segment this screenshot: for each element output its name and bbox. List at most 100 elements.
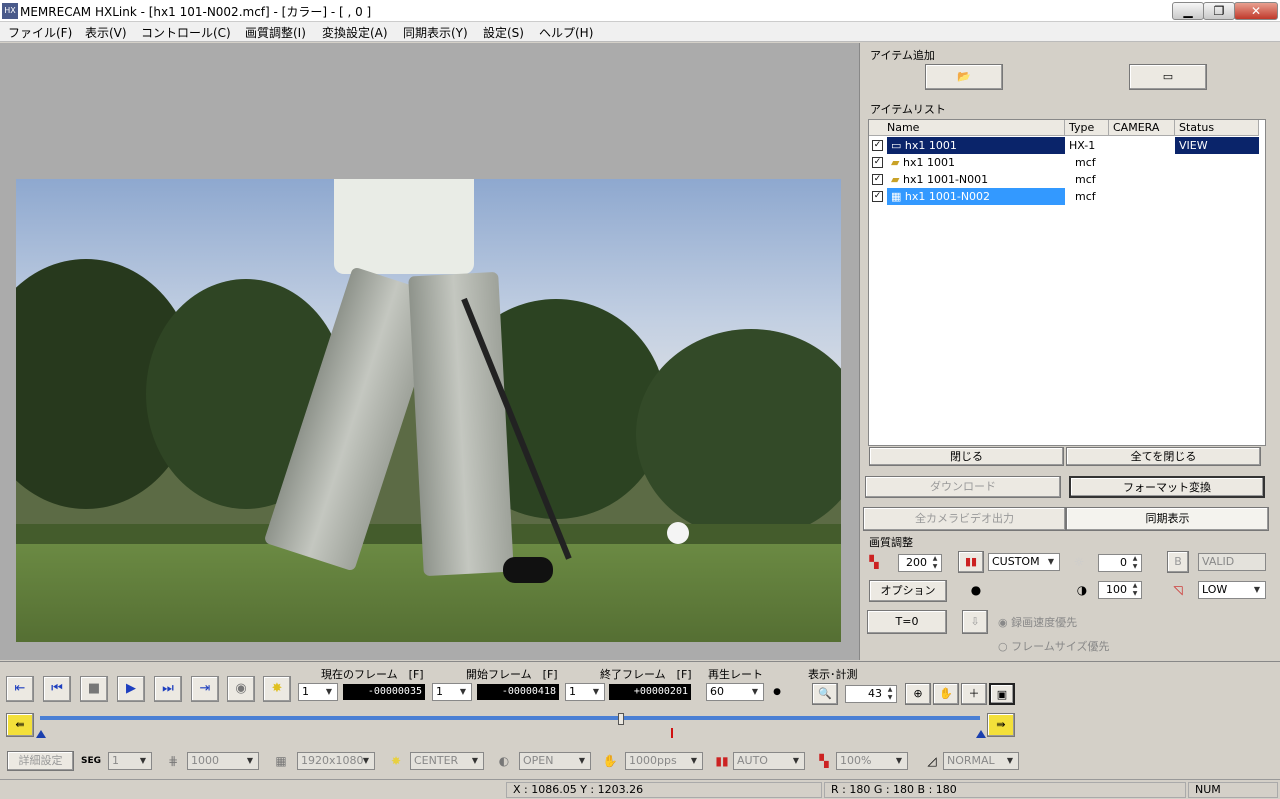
menu-conversion[interactable]: 変換設定(A) — [322, 24, 388, 41]
minimize-button[interactable]: ▁ — [1172, 2, 1204, 20]
play-rate-label: 再生レート — [708, 668, 763, 681]
menu-view[interactable]: 表示(V) — [85, 24, 127, 41]
option-button[interactable]: オプション — [869, 580, 947, 602]
play-button[interactable]: ▶ — [117, 676, 145, 702]
mark-start-button[interactable]: ⇚ — [6, 713, 34, 737]
percent-select[interactable]: 100% ▼ — [836, 752, 908, 770]
display-measure-label: 表示･計測 — [808, 668, 858, 681]
item-checkbox[interactable]: ✓ — [872, 157, 883, 168]
end-marker[interactable] — [976, 730, 986, 738]
contrast-icon: ◑ — [1076, 583, 1088, 597]
folder-open-icon: 📂 — [957, 70, 971, 83]
offset-stepper[interactable]: 0 ▲ ▼ — [1098, 554, 1142, 572]
chevron-down-icon: ▼ — [592, 687, 600, 696]
column-name[interactable]: Name — [869, 120, 1065, 136]
zoom-stepper[interactable]: 43 ▲ ▼ — [845, 685, 897, 703]
menu-settings[interactable]: 設定(S) — [483, 24, 524, 41]
level-select[interactable]: LOW ▼ — [1198, 581, 1266, 599]
menu-image-adjust[interactable]: 画質調整(I) — [245, 24, 306, 41]
tab-all-camera-video[interactable]: 全カメラビデオ出力 — [863, 507, 1066, 531]
normal-select[interactable]: NORMAL ▼ — [943, 752, 1019, 770]
chevron-down-icon: ▼ — [362, 756, 370, 765]
item-list[interactable]: Name Type CAMERA Status ✓ ▭ hx1 1001 HX-… — [868, 119, 1266, 446]
end-frame-value: +00000201 — [609, 684, 691, 700]
item-add-label: アイテム追加 — [870, 49, 935, 62]
camera-connect-button[interactable]: ▭ — [1129, 64, 1207, 90]
light-icon[interactable]: ✸ — [263, 676, 291, 702]
download-button[interactable]: ダウンロード — [865, 476, 1061, 498]
start-step-select[interactable]: 1 ▼ — [432, 683, 472, 701]
current-step-select[interactable]: 1 ▼ — [298, 683, 338, 701]
list-item[interactable]: ✓ ▰ hx1 1001-N001 mcf — [869, 171, 1265, 188]
white-balance-icon[interactable]: B — [1167, 551, 1189, 573]
gain-stepper[interactable]: 200 ▲ ▼ — [898, 554, 942, 572]
menu-sync-display[interactable]: 同期表示(Y) — [403, 24, 468, 41]
overlay-icon[interactable]: ▣ — [989, 683, 1015, 705]
detail-settings-button[interactable]: 詳細設定 — [7, 751, 74, 771]
list-item[interactable]: ✓ ▰ hx1 1001 mcf — [869, 154, 1265, 171]
dot-icon: ● — [970, 583, 982, 597]
restore-button[interactable]: ❐ — [1203, 2, 1235, 20]
brightness-icon: ☼ — [1073, 555, 1085, 569]
color-bars-icon: ▮▮ — [715, 754, 729, 768]
record-button[interactable]: ◉ — [227, 676, 255, 702]
current-frame-label: 現在のフレーム [F] — [321, 668, 424, 681]
play-rate-select[interactable]: 60 ▼ — [706, 683, 764, 701]
contrast-stepper[interactable]: 100 ▲ ▼ — [1098, 581, 1142, 599]
frames-select[interactable]: 1000 ▼ — [187, 752, 259, 770]
pps-select[interactable]: 1000pps ▼ — [625, 752, 703, 770]
format-convert-button[interactable]: フォーマット変換 — [1069, 476, 1265, 498]
current-frame-value: -00000035 — [343, 684, 425, 700]
t0-button[interactable]: T=0 — [867, 610, 947, 634]
column-type[interactable]: Type — [1065, 120, 1109, 136]
video-frame[interactable] — [16, 179, 841, 642]
close-all-button[interactable]: 全てを閉じる — [1066, 447, 1261, 466]
close-item-button[interactable]: 閉じる — [869, 447, 1064, 466]
shutter-select[interactable]: OPEN ▼ — [519, 752, 591, 770]
close-button[interactable]: ✕ — [1234, 2, 1278, 20]
color-bars-icon[interactable]: ▮▮ — [958, 551, 984, 573]
fit-icon[interactable]: ⊕ — [905, 683, 931, 705]
skip-to-end-button[interactable]: ⇥ — [191, 676, 219, 702]
column-status[interactable]: Status — [1175, 120, 1259, 136]
seg-select[interactable]: 1 ▼ — [108, 752, 152, 770]
mode-select[interactable]: CUSTOM ▼ — [988, 553, 1060, 571]
video-viewer[interactable] — [0, 43, 860, 660]
chevron-down-icon: ▼ — [139, 756, 147, 765]
window-title: MEMRECAM HXLink - [hx1 101-N002.mcf] - [… — [20, 5, 372, 19]
app-icon[interactable]: HX — [2, 3, 18, 19]
trigger-icon[interactable]: ⇩ — [962, 610, 988, 634]
zoom-icon[interactable]: 🔍 — [812, 683, 838, 705]
item-checkbox[interactable]: ✓ — [872, 174, 883, 185]
frame-size-radio[interactable]: ○ フレームサイズ優先 — [998, 638, 1109, 654]
step-back-button[interactable]: ⏮ — [43, 676, 71, 702]
list-item[interactable]: ✓ ▭ hx1 1001 HX-1 VIEW — [869, 137, 1265, 154]
end-step-select[interactable]: 1 ▼ — [565, 683, 605, 701]
skip-to-start-button[interactable]: ⇤ — [6, 676, 34, 702]
item-checkbox[interactable]: ✓ — [872, 191, 883, 202]
list-item[interactable]: ✓ ▦ hx1 1001-N002 mcf — [869, 188, 1265, 205]
tab-sync-display[interactable]: 同期表示 — [1066, 507, 1269, 531]
start-marker[interactable] — [36, 730, 46, 738]
stop-button[interactable]: ■ — [80, 676, 108, 702]
center-select[interactable]: CENTER ▼ — [410, 752, 484, 770]
chevron-down-icon: ▼ — [578, 756, 586, 765]
dot-icon: ● — [773, 687, 781, 697]
step-forward-button[interactable]: ⏭ — [154, 676, 182, 702]
hand-icon[interactable]: ✋ — [933, 683, 959, 705]
menu-file[interactable]: ファイル(F) — [8, 24, 72, 41]
menu-help[interactable]: ヘルプ(H) — [539, 24, 593, 41]
menu-control[interactable]: コントロール(C) — [141, 24, 231, 41]
mark-end-button[interactable]: ⇛ — [987, 713, 1015, 737]
rec-speed-radio[interactable]: ◉ 録画速度優先 — [998, 614, 1077, 630]
column-camera[interactable]: CAMERA — [1109, 120, 1175, 136]
seek-thumb[interactable] — [618, 713, 624, 725]
resolution-select[interactable]: 1920x1080 ▼ — [297, 752, 375, 770]
frame-club-head — [503, 557, 553, 583]
auto-select[interactable]: AUTO ▼ — [733, 752, 805, 770]
gamma-icon: ◹ — [1173, 583, 1183, 597]
open-file-button[interactable]: 📂 — [925, 64, 1003, 90]
item-checkbox[interactable]: ✓ — [872, 140, 883, 151]
crosshair-icon[interactable]: ＋ — [961, 683, 987, 705]
seek-track[interactable] — [40, 716, 980, 720]
